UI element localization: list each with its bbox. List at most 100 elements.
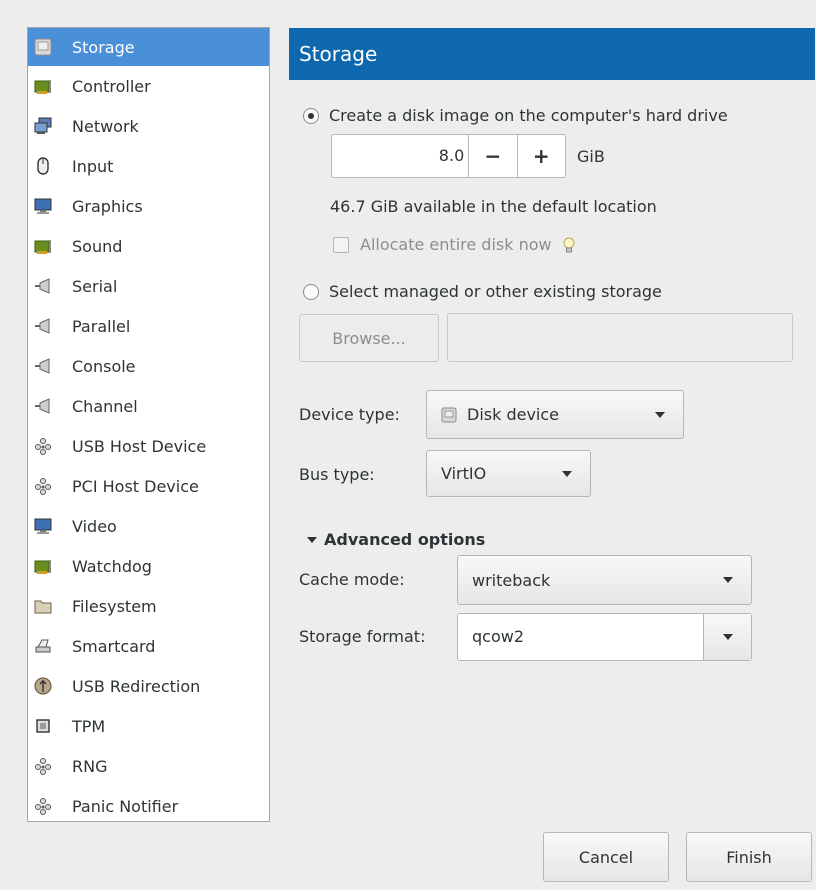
available-space-text: 46.7 GiB available in the default locati…: [330, 197, 657, 216]
page-title: Storage: [289, 28, 815, 80]
sidebar-item-panic-notifier[interactable]: Panic Notifier: [28, 786, 269, 826]
cache-mode-value: writeback: [472, 570, 551, 590]
sidebar-item-label: Smartcard: [72, 636, 156, 656]
sidebar-item-sound[interactable]: Sound: [28, 226, 269, 266]
size-unit-label: GiB: [577, 147, 605, 166]
storage-format-dropdown-button[interactable]: [703, 614, 751, 660]
decrease-size-button[interactable]: −: [468, 135, 516, 177]
sidebar-item-label: Watchdog: [72, 556, 152, 576]
disk-size-value[interactable]: 8.0: [332, 135, 468, 177]
channel-port-icon: [34, 397, 52, 415]
browse-button[interactable]: Browse...: [299, 314, 439, 362]
disk-size-spinner[interactable]: 8.0 − +: [331, 134, 566, 178]
allocate-disk-row[interactable]: Allocate entire disk now: [333, 235, 576, 254]
sidebar-item-label: RNG: [72, 756, 108, 776]
controller-card-icon: [34, 77, 52, 95]
finish-button[interactable]: Finish: [686, 832, 812, 882]
sidebar-item-label: Serial: [72, 276, 118, 296]
sidebar-item-label: Channel: [72, 396, 138, 416]
storage-format-value[interactable]: qcow2: [458, 614, 703, 660]
video-monitor-icon: [34, 517, 52, 535]
sidebar-item-label: Panic Notifier: [72, 796, 179, 816]
storage-format-label: Storage format:: [299, 627, 426, 646]
storage-path-field[interactable]: [447, 313, 793, 362]
sidebar-item-video[interactable]: Video: [28, 506, 269, 546]
advanced-options-label: Advanced options: [324, 530, 486, 549]
sidebar-item-channel[interactable]: Channel: [28, 386, 269, 426]
sound-card-icon: [34, 237, 52, 255]
sidebar-item-console[interactable]: Console: [28, 346, 269, 386]
disk-icon: [441, 407, 457, 423]
folder-icon: [34, 597, 52, 615]
bus-type-value: VirtIO: [441, 464, 487, 483]
expander-arrow-icon: [307, 536, 317, 543]
usb-device-icon: [34, 437, 52, 455]
sidebar-item-filesystem[interactable]: Filesystem: [28, 586, 269, 626]
cancel-button[interactable]: Cancel: [543, 832, 669, 882]
sidebar-item-parallel[interactable]: Parallel: [28, 306, 269, 346]
allocate-disk-checkbox[interactable]: [333, 236, 349, 253]
bus-type-dropdown[interactable]: VirtIO: [426, 450, 591, 497]
bus-type-label: Bus type:: [299, 465, 375, 484]
allocate-disk-label: Allocate entire disk now: [360, 235, 552, 254]
sidebar-item-tpm[interactable]: TPM: [28, 706, 269, 746]
monitor-icon: [34, 197, 52, 215]
sidebar-item-label: TPM: [72, 716, 106, 736]
parallel-port-icon: [34, 317, 52, 335]
device-type-dropdown[interactable]: Disk device: [426, 390, 684, 439]
existing-storage-radio-label: Select managed or other existing storage: [329, 282, 662, 301]
device-type-value: Disk device: [467, 405, 560, 424]
chevron-down-icon: [723, 577, 733, 583]
sidebar-item-serial[interactable]: Serial: [28, 266, 269, 306]
chevron-down-icon: [655, 411, 665, 418]
sidebar-item-input[interactable]: Input: [28, 146, 269, 186]
cache-mode-label: Cache mode:: [299, 570, 405, 589]
mouse-icon: [34, 157, 52, 175]
sidebar-item-label: Storage: [72, 37, 135, 57]
sidebar-item-usb-host-device[interactable]: USB Host Device: [28, 426, 269, 466]
create-disk-radio-row[interactable]: Create a disk image on the computer's ha…: [303, 106, 728, 125]
sidebar-item-rng[interactable]: RNG: [28, 746, 269, 786]
cache-mode-dropdown[interactable]: writeback: [457, 555, 752, 605]
sidebar-item-controller[interactable]: Controller: [28, 66, 269, 106]
console-port-icon: [34, 357, 52, 375]
existing-storage-radio[interactable]: [303, 283, 319, 300]
sidebar-item-label: Console: [72, 356, 136, 376]
chevron-down-icon: [722, 634, 733, 640]
sidebar-item-label: USB Host Device: [72, 436, 207, 456]
hardware-type-list: Storage Controller Network Input Graphic…: [27, 27, 270, 822]
sidebar-item-label: Input: [72, 156, 114, 176]
sidebar-item-storage[interactable]: Storage: [28, 28, 269, 66]
device-type-label: Device type:: [299, 405, 400, 424]
sidebar-item-label: Controller: [72, 76, 151, 96]
create-disk-radio-label: Create a disk image on the computer's ha…: [329, 106, 728, 125]
watchdog-card-icon: [34, 557, 52, 575]
usb-redirection-icon: [34, 677, 52, 695]
increase-size-button[interactable]: +: [516, 135, 565, 177]
rng-device-icon: [34, 757, 52, 775]
sidebar-item-label: Network: [72, 116, 139, 136]
existing-storage-radio-row[interactable]: Select managed or other existing storage: [303, 282, 662, 301]
chevron-down-icon: [562, 470, 572, 477]
sidebar-item-label: PCI Host Device: [72, 476, 199, 496]
sidebar-item-smartcard[interactable]: Smartcard: [28, 626, 269, 666]
sidebar-item-label: Graphics: [72, 196, 143, 216]
sidebar-item-graphics[interactable]: Graphics: [28, 186, 269, 226]
storage-format-combo[interactable]: qcow2: [457, 613, 752, 661]
sidebar-item-label: Video: [72, 516, 117, 536]
sidebar-item-usb-redirection[interactable]: USB Redirection: [28, 666, 269, 706]
sidebar-item-label: Parallel: [72, 316, 131, 336]
chip-icon: [34, 717, 52, 735]
network-icon: [34, 117, 52, 135]
advanced-options-expander[interactable]: Advanced options: [307, 530, 485, 549]
sidebar-item-watchdog[interactable]: Watchdog: [28, 546, 269, 586]
create-disk-radio[interactable]: [303, 107, 319, 124]
sidebar-item-pci-host-device[interactable]: PCI Host Device: [28, 466, 269, 506]
sidebar-item-label: USB Redirection: [72, 676, 201, 696]
serial-port-icon: [34, 277, 52, 295]
sidebar-item-network[interactable]: Network: [28, 106, 269, 146]
lightbulb-icon: [562, 236, 576, 254]
smartcard-reader-icon: [34, 637, 52, 655]
pci-device-icon: [34, 477, 52, 495]
sidebar-item-label: Filesystem: [72, 596, 157, 616]
